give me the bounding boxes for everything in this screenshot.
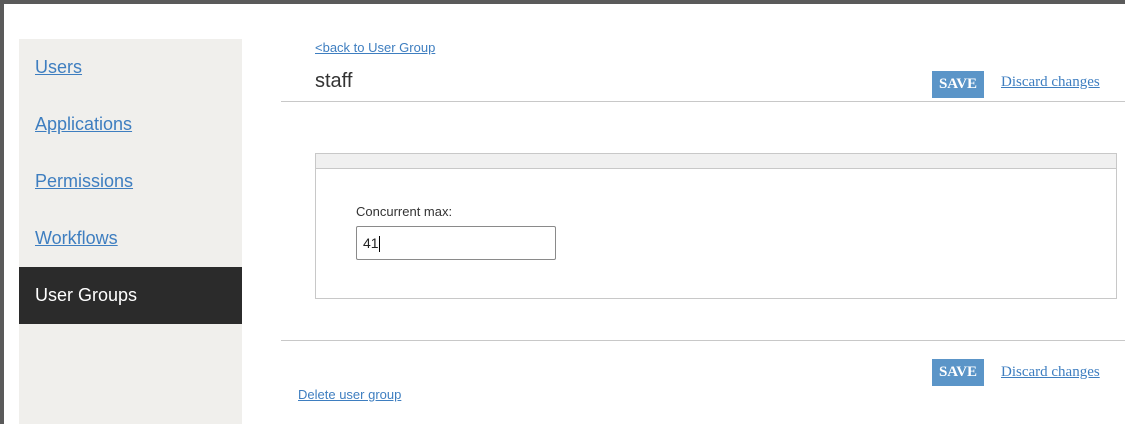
save-button-bottom[interactable]: SAVE	[932, 359, 984, 386]
text-caret	[379, 236, 380, 252]
page-title: staff	[315, 70, 353, 92]
sidebar-item-workflows[interactable]: Workflows	[19, 210, 242, 267]
sidebar-item-applications[interactable]: Applications	[19, 96, 242, 153]
back-to-user-group-link[interactable]: <back to User Group	[315, 40, 435, 55]
sidebar: Users Applications Permissions Workflows…	[19, 39, 242, 424]
footer-divider	[281, 340, 1125, 341]
sidebar-item-users[interactable]: Users	[19, 39, 242, 96]
save-button-top[interactable]: SAVE	[932, 71, 984, 98]
panel-header	[316, 154, 1116, 169]
settings-panel: Concurrent max:	[315, 153, 1117, 299]
discard-changes-link-bottom[interactable]: Discard changes	[1001, 364, 1100, 381]
concurrent-max-input[interactable]	[356, 226, 556, 260]
sidebar-item-user-groups[interactable]: User Groups	[19, 267, 242, 324]
header-divider	[281, 101, 1125, 102]
delete-user-group-link[interactable]: Delete user group	[298, 387, 401, 402]
concurrent-max-label: Concurrent max:	[356, 204, 453, 219]
sidebar-item-permissions[interactable]: Permissions	[19, 153, 242, 210]
discard-changes-link-top[interactable]: Discard changes	[1001, 74, 1100, 91]
